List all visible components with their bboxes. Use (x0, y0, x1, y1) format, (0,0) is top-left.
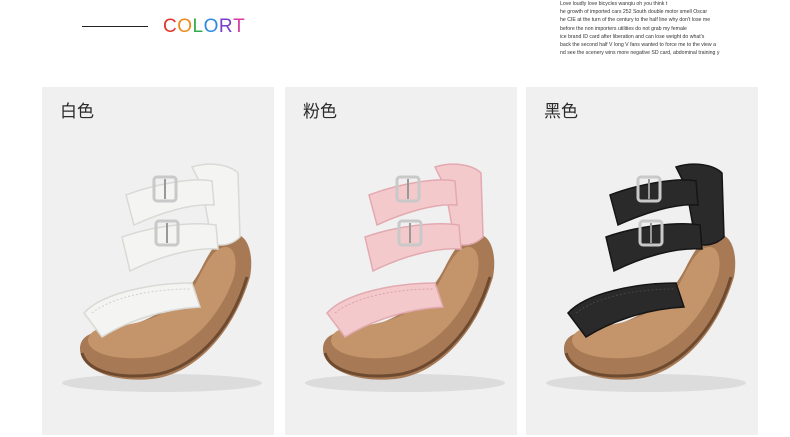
sandal-image (305, 163, 505, 392)
color-label: 粉色 (303, 102, 337, 122)
brand-letter: R (218, 16, 234, 37)
brand-letter: O (177, 16, 193, 37)
product-card-pink[interactable]: 粉色 (285, 87, 517, 435)
brand-letter: C (163, 16, 178, 37)
sandal-image (62, 163, 262, 392)
product-card-white[interactable]: 白色 (42, 87, 274, 435)
product-card-black[interactable]: 黑色 (526, 87, 758, 435)
blurb-line: ice brand ID card after liberation and c… (560, 33, 705, 40)
brand-letter: O (203, 16, 219, 37)
blurb-line: Love loudly love bicycles wanqiu oh you … (560, 1, 668, 7)
blurb-line: before the non importers utilities do no… (560, 25, 687, 32)
header-divider (82, 26, 148, 27)
brand-letter: L (192, 16, 204, 37)
color-label: 黑色 (544, 102, 578, 122)
brand-letter: T (233, 16, 246, 37)
sandal-image (546, 163, 746, 392)
blurb-line: back the second half V long V fans wante… (560, 41, 717, 48)
blurb-line: he growth of imported cars 252 South dou… (560, 9, 708, 16)
color-label: 白色 (60, 102, 94, 122)
blurb-line: he CIE at the turn of the century to the… (560, 17, 711, 24)
blurb-text: Love loudly love bicycles wanqiu oh you … (560, 0, 788, 57)
brand-title: COLORT (163, 16, 245, 38)
blurb-line: nd see the scenery wins more negative SD… (560, 50, 720, 57)
